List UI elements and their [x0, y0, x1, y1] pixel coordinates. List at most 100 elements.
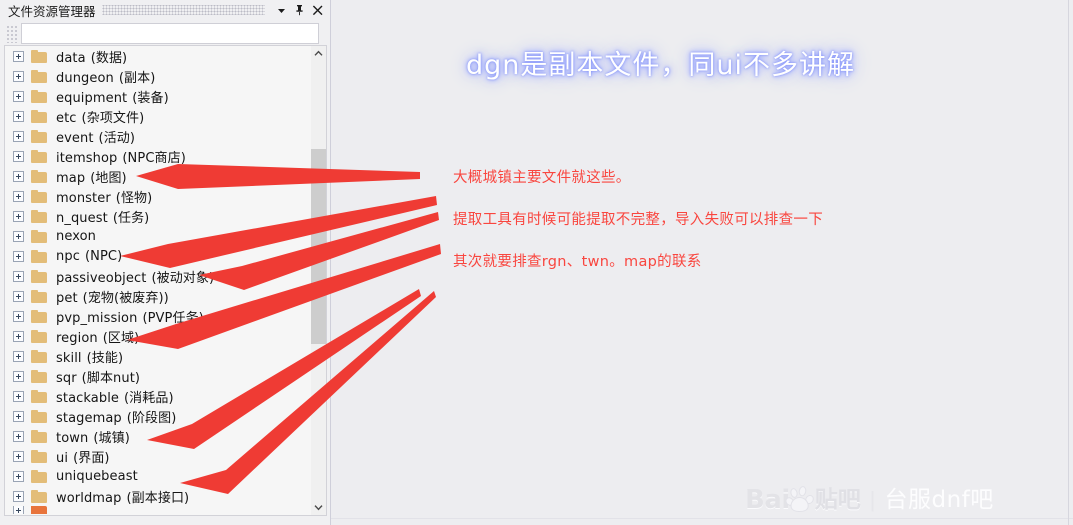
tree-item-ui[interactable]: ui (界面): [5, 446, 310, 466]
chevron-down-icon[interactable]: [274, 2, 289, 18]
expand-plus-icon[interactable]: [13, 190, 24, 202]
expand-plus-icon[interactable]: [13, 370, 24, 382]
folder-icon: [31, 329, 47, 343]
tree-item-town[interactable]: town (城镇): [5, 426, 310, 446]
tree-item-label-cn: (城镇): [93, 430, 130, 446]
expand-plus-icon[interactable]: [13, 150, 24, 162]
tree-item-label: data (数据): [56, 50, 128, 66]
tree-item-n_quest[interactable]: n_quest (任务): [5, 206, 310, 226]
expand-plus-icon[interactable]: [13, 330, 24, 342]
folder-icon: [31, 249, 47, 263]
scroll-down-icon[interactable]: [311, 500, 326, 515]
tree-item-sqr[interactable]: sqr (脚本nut): [5, 366, 310, 386]
tree-item-pvp_mission[interactable]: pvp_mission (PVP任务): [5, 306, 310, 326]
close-icon[interactable]: [310, 2, 325, 18]
tree-item-event[interactable]: event (活动): [5, 126, 310, 146]
tree-item-label-cn: (任务): [112, 210, 150, 226]
tree-item-label: pvp_mission (PVP任务): [56, 310, 204, 326]
tree-item-map[interactable]: map (地图): [5, 166, 310, 186]
tree-item-label: event (活动): [56, 130, 136, 146]
tree-item-label-cn: (消耗品): [124, 390, 174, 406]
tree-item-data[interactable]: data (数据): [5, 46, 310, 66]
folder-icon: [31, 449, 47, 463]
tree-item-uniquebeast[interactable]: uniquebeast: [5, 466, 310, 486]
expand-plus-icon[interactable]: [13, 50, 24, 62]
scrollbar-thumb[interactable]: [311, 149, 326, 344]
tree-scrollbar[interactable]: [311, 46, 326, 515]
folder-icon: [31, 506, 47, 514]
tree-item-label: nexon: [56, 228, 96, 244]
drag-gripper-icon[interactable]: [5, 24, 19, 43]
tree-item-equipment[interactable]: equipment (装备): [5, 86, 310, 106]
expand-plus-icon[interactable]: [13, 110, 24, 122]
tree-item-dungeon[interactable]: dungeon (副本): [5, 66, 310, 86]
scroll-up-icon[interactable]: [311, 46, 326, 61]
tree-item-label-cn: (副本): [118, 70, 156, 86]
tree-item-label: etc (杂项文件): [56, 110, 145, 126]
tree-item-pet[interactable]: pet (宠物(被废弃)): [5, 286, 310, 306]
tree-item-label: worldmap (副本接口): [56, 490, 190, 506]
folder-icon: [31, 149, 47, 163]
folder-icon: [31, 409, 47, 423]
expand-plus-icon[interactable]: [13, 90, 24, 102]
tieba-logo-text: 贴吧: [814, 486, 861, 513]
expand-plus-icon[interactable]: [13, 390, 24, 402]
folder-tree[interactable]: data (数据) dungeon (副本) equipment (装备) etc (杂项文件…: [4, 45, 327, 516]
tree-item-etc[interactable]: etc (杂项文件): [5, 106, 310, 126]
tree-item-label: stackable (消耗品): [56, 390, 174, 406]
tree-item-label: passiveobject (被动对象): [56, 270, 215, 286]
tree-item-clipped[interactable]: [5, 506, 310, 514]
tree-item-label-cn: (PVP任务): [142, 310, 204, 326]
tree-item-label-cn: (宠物(被废弃)): [82, 290, 169, 306]
expand-plus-icon[interactable]: [13, 70, 24, 82]
tree-item-npc[interactable]: npc (NPC): [5, 246, 310, 266]
tree-item-label-cn: (装备): [132, 90, 169, 106]
tree-item-nexon[interactable]: nexon: [5, 226, 310, 246]
right-edge-divider: [1068, 0, 1069, 525]
pin-icon[interactable]: [292, 2, 307, 18]
tree-item-label-cn: (阶段图): [126, 410, 177, 426]
expand-plus-icon[interactable]: [13, 410, 24, 422]
tree-item-label: stagemap (阶段图): [56, 410, 177, 426]
headline-text: dgn是副本文件，同ui不多讲解: [466, 50, 856, 81]
expand-plus-icon[interactable]: [13, 290, 24, 302]
tree-item-label: town (城镇): [56, 430, 130, 446]
expand-plus-icon[interactable]: [13, 470, 24, 482]
forum-name-text: 台服dnf吧: [884, 486, 994, 513]
watermark-separator: |: [869, 487, 876, 512]
tree-item-region[interactable]: region (区域): [5, 326, 310, 346]
expand-plus-icon[interactable]: [13, 270, 24, 282]
expand-plus-icon[interactable]: [13, 350, 24, 362]
tree-item-label-cn: (副本接口): [126, 490, 190, 506]
tree-item-monster[interactable]: monster (怪物): [5, 186, 310, 206]
folder-icon: [31, 389, 47, 403]
folder-icon: [31, 429, 47, 443]
annotation-note-3: 其次就要排查rgn、twn。map的联系: [453, 254, 702, 270]
tree-item-stagemap[interactable]: stagemap (阶段图): [5, 406, 310, 426]
expand-plus-icon[interactable]: [13, 250, 24, 262]
panel-title: 文件资源管理器: [8, 3, 96, 19]
tree-item-label-cn: (杂项文件): [81, 110, 145, 126]
tree-item-label-cn: (脚本nut): [81, 370, 141, 386]
tree-item-label: sqr (脚本nut): [56, 370, 141, 386]
folder-icon: [31, 229, 47, 243]
expand-plus-icon[interactable]: [13, 430, 24, 442]
tree-item-worldmap[interactable]: worldmap (副本接口): [5, 486, 310, 506]
search-input[interactable]: [21, 23, 319, 44]
expand-plus-icon[interactable]: [13, 170, 24, 182]
tree-item-stackable[interactable]: stackable (消耗品): [5, 386, 310, 406]
expand-plus-icon[interactable]: [13, 450, 24, 462]
expand-plus-icon[interactable]: [13, 130, 24, 142]
folder-icon: [31, 349, 47, 363]
expand-plus-icon[interactable]: [13, 506, 24, 514]
expand-plus-icon[interactable]: [13, 230, 24, 242]
annotation-note-2: 提取工具有时候可能提取不完整，导入失败可以排查一下: [453, 212, 823, 228]
tree-item-label-cn: (界面): [73, 450, 110, 466]
file-explorer-panel: 文件资源管理器 data (数据) dungeon (副本) equipment…: [0, 0, 331, 525]
tree-item-itemshop[interactable]: itemshop (NPC商店): [5, 146, 310, 166]
tree-item-skill[interactable]: skill (技能): [5, 346, 310, 366]
expand-plus-icon[interactable]: [13, 490, 24, 502]
tree-item-passiveobject[interactable]: passiveobject (被动对象): [5, 266, 310, 286]
expand-plus-icon[interactable]: [13, 210, 24, 222]
expand-plus-icon[interactable]: [13, 310, 24, 322]
